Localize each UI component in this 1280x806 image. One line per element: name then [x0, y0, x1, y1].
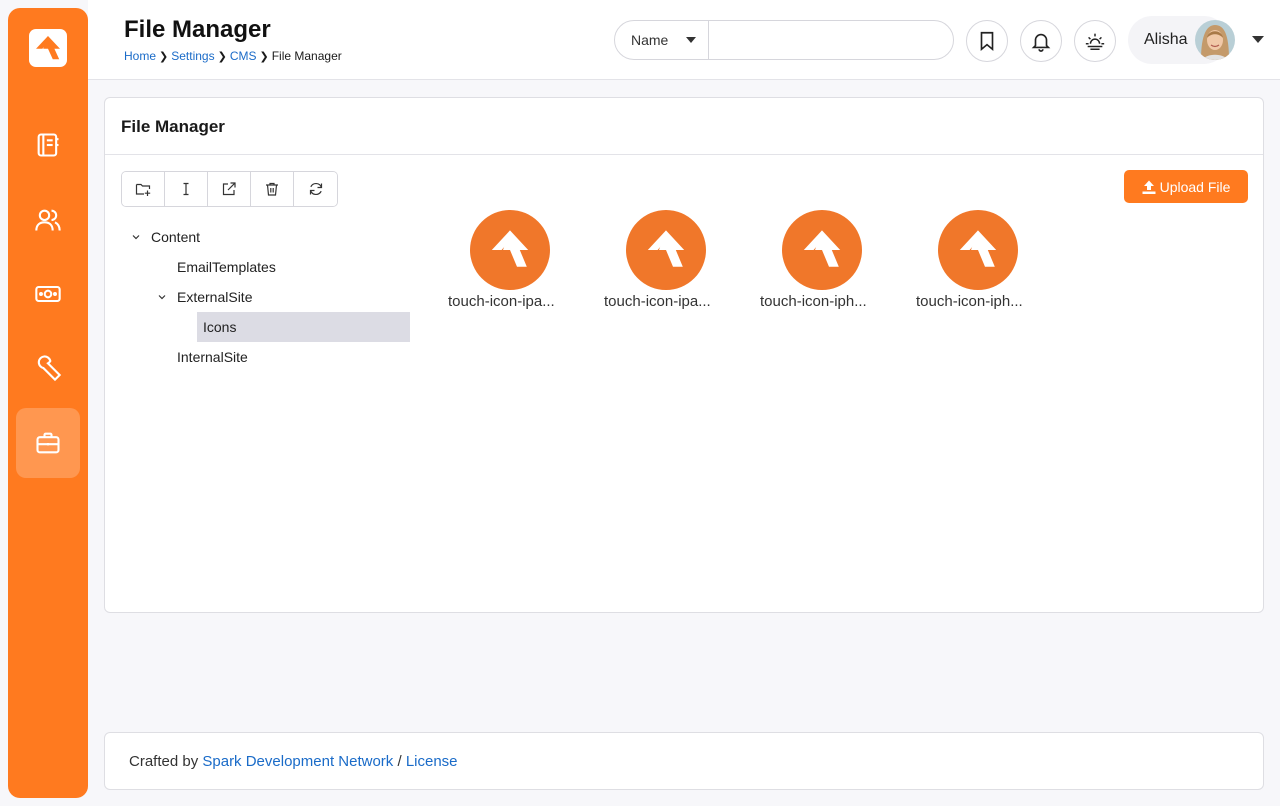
rename-button[interactable]: [165, 172, 208, 206]
new-folder-button[interactable]: [122, 172, 165, 206]
refresh-button[interactable]: [294, 172, 337, 206]
tree-node-icons[interactable]: Icons: [197, 312, 410, 342]
upload-file-label: Upload File: [1159, 178, 1231, 195]
file-name: touch-icon-iph...: [916, 293, 1023, 310]
sunrise-icon: [1085, 33, 1105, 50]
new-folder-icon: [135, 183, 151, 196]
sidebar-item-admin[interactable]: [16, 408, 80, 478]
file-item[interactable]: touch-icon-ipa...: [448, 210, 578, 310]
user-name: Alisha: [1144, 31, 1188, 48]
file-thumbnail: [782, 210, 862, 290]
license-link[interactable]: License: [406, 753, 458, 770]
refresh-icon: [309, 182, 322, 196]
upload-icon: [1142, 180, 1156, 194]
file-item[interactable]: touch-icon-ipa...: [604, 210, 734, 310]
bookmark-button[interactable]: [966, 20, 1008, 62]
search-group: Name: [614, 20, 954, 60]
search-type-value: Name: [631, 32, 669, 48]
chevron-down-icon[interactable]: [131, 232, 141, 242]
upload-file-button[interactable]: Upload File: [1124, 170, 1248, 203]
footer-separator: /: [393, 753, 406, 770]
footer-text: Crafted by Spark Development Network / L…: [129, 753, 458, 770]
tree-node-label: Icons: [203, 319, 237, 335]
chevron-right-icon: ❯: [217, 50, 227, 63]
open-external-icon: [222, 182, 236, 196]
tree-node-label: ExternalSite: [177, 289, 253, 305]
bell-icon: [1031, 33, 1051, 52]
tree-node-label: EmailTemplates: [177, 259, 276, 275]
briefcase-icon: [36, 432, 60, 454]
file-item[interactable]: touch-icon-iph...: [760, 210, 890, 310]
breadcrumb-home[interactable]: Home: [124, 49, 156, 63]
search-input[interactable]: [709, 21, 953, 59]
header: File Manager Home ❯ Settings ❯ CMS ❯ Fil…: [88, 0, 1280, 80]
sidebar-item-people[interactable]: [16, 188, 80, 252]
spark-link[interactable]: Spark Development Network: [202, 753, 393, 770]
file-thumbnail: [626, 210, 706, 290]
delete-button[interactable]: [251, 172, 294, 206]
file-name: touch-icon-iph...: [760, 293, 867, 310]
bookmark-icon: [980, 31, 994, 52]
user-menu-caret-icon[interactable]: [1252, 36, 1264, 43]
trash-icon: [266, 182, 278, 196]
file-thumbnail: [938, 210, 1018, 290]
sidebar: [8, 8, 88, 798]
file-name: touch-icon-ipa...: [604, 293, 711, 310]
file-toolbar: [121, 171, 338, 207]
rock-logo-icon: [491, 230, 529, 267]
chevron-down-icon[interactable]: [157, 292, 167, 302]
breadcrumb-cms[interactable]: CMS: [230, 49, 257, 63]
footer-prefix: Crafted by: [129, 753, 203, 770]
chevron-right-icon: ❯: [159, 50, 169, 63]
card-divider: [105, 154, 1263, 155]
caret-down-icon: [686, 37, 696, 43]
breadcrumb: Home ❯ Settings ❯ CMS ❯ File Manager: [124, 49, 342, 63]
card-title: File Manager: [121, 117, 225, 136]
file-manager-card: File Manager Upload File Content EmailTe…: [104, 97, 1264, 613]
search-type-select[interactable]: Name: [615, 21, 709, 59]
file-item[interactable]: touch-icon-iph...: [916, 210, 1046, 310]
book-icon: [37, 133, 59, 157]
notifications-button[interactable]: [1020, 20, 1062, 62]
sidebar-item-book[interactable]: [16, 113, 80, 177]
tree-node-label: InternalSite: [177, 349, 248, 365]
rename-icon: [183, 182, 189, 196]
tree-node-emailtemplates[interactable]: EmailTemplates: [177, 252, 276, 282]
breadcrumb-settings[interactable]: Settings: [171, 49, 214, 63]
tree-node-externalsite[interactable]: ExternalSite: [157, 282, 252, 312]
file-name: touch-icon-ipa...: [448, 293, 555, 310]
people-icon: [35, 209, 61, 231]
breadcrumb-current: File Manager: [271, 49, 342, 63]
tree-node-label: Content: [151, 229, 201, 245]
tree-node-content[interactable]: Content: [131, 222, 200, 252]
file-thumbnail: [470, 210, 550, 290]
chevron-right-icon: ❯: [259, 50, 269, 63]
rock-logo-icon: [803, 230, 841, 267]
wrench-icon: [37, 355, 62, 382]
footer: Crafted by Spark Development Network / L…: [104, 732, 1264, 790]
page-title: File Manager: [124, 16, 271, 43]
open-button[interactable]: [208, 172, 251, 206]
user-menu[interactable]: Alisha: [1128, 16, 1235, 64]
sidebar-item-tools[interactable]: [16, 336, 80, 400]
avatar: [1195, 20, 1235, 60]
rock-logo-icon: [959, 230, 997, 267]
theme-toggle-button[interactable]: [1074, 20, 1116, 62]
tree-node-internalsite[interactable]: InternalSite: [177, 342, 248, 372]
rock-logo-icon: [36, 36, 60, 60]
sidebar-item-finance[interactable]: [16, 262, 80, 326]
money-icon: [35, 285, 61, 303]
rock-logo[interactable]: [29, 29, 67, 67]
rock-logo-icon: [647, 230, 685, 267]
avatar-icon: [1195, 20, 1235, 60]
